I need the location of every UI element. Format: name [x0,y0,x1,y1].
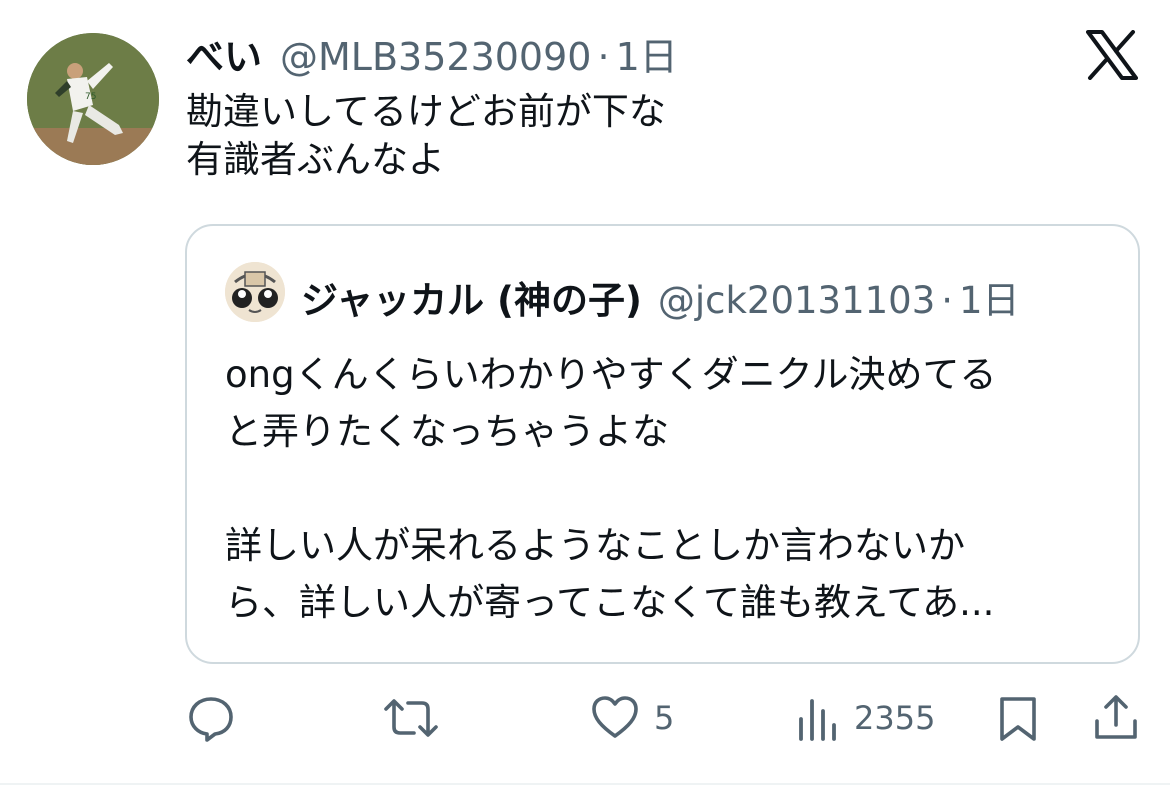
quote-separator-dot: · [941,279,953,322]
avatar-image: 75 [27,33,159,165]
separator-dot: · [597,35,610,79]
action-bar: 5 2355 [0,690,1170,750]
views-count: 2355 [854,699,936,737]
tweet-text: 勘違いしてるけどお前が下な 有識者ぶんなよ [186,88,666,184]
quote-paragraph: ongくんくらいわかりやすくダニクル決めてる と弄りたくなっちゃうよな [225,346,1115,460]
quote-user-handle[interactable]: @jck20131103 [658,279,935,322]
tweet-text-line: 有識者ぶんなよ [186,138,445,181]
quoted-tweet-card[interactable]: ジャッカル (神の子) @jck20131103 · 1日 ongくんくらいわか… [185,224,1140,664]
tweet-text-line: 勘違いしてるけどお前が下な [186,90,666,133]
retweet-icon [384,699,438,737]
tweet-header: べい @MLB35230090 · 1日 [186,26,678,81]
heart-icon [592,696,638,738]
like-count: 5 [654,699,675,737]
quote-text: ongくんくらいわかりやすくダニクル決めてる と弄りたくなっちゃうよな 詳しい人… [225,346,1115,631]
quote-text-line: と弄りたくなっちゃうよな [225,410,669,453]
quote-paragraph: 詳しい人が呆れるようなことしか言わないか ら、詳しい人が寄ってこなくて誰も教えて… [225,517,1115,631]
display-name[interactable]: べい [186,26,262,81]
bookmark-icon [1000,697,1036,741]
quote-text-line: ら、詳しい人が寄ってこなくて誰も教えてあ... [225,581,995,624]
quote-avatar[interactable] [225,262,285,322]
quote-timestamp[interactable]: 1日 [959,270,1020,324]
like-button[interactable]: 5 [590,690,674,746]
quote-text-line: ongくんくらいわかりやすくダニクル決めてる [225,353,997,396]
user-handle[interactable]: @MLB35230090 [280,35,591,79]
reply-icon [189,697,233,742]
share-icon [1095,695,1137,739]
divider [0,783,1170,785]
views-icon [799,699,836,741]
quote-text-line: 詳しい人が呆れるようなことしか言わないか [225,524,965,567]
quote-display-name[interactable]: ジャッカル (神の子) [301,270,642,324]
svg-text:75: 75 [85,92,96,102]
bookmark-button[interactable] [996,690,1040,746]
views-button[interactable]: 2355 [796,690,935,746]
quote-avatar-image [225,262,285,322]
timestamp[interactable]: 1日 [616,26,678,81]
reply-button[interactable] [186,690,236,746]
share-button[interactable] [1092,690,1140,746]
quote-header: ジャッカル (神の子) @jck20131103 · 1日 [301,270,1020,324]
retweet-button[interactable] [384,690,438,746]
x-logo-icon[interactable] [1086,30,1138,80]
avatar[interactable]: 75 [27,33,159,165]
